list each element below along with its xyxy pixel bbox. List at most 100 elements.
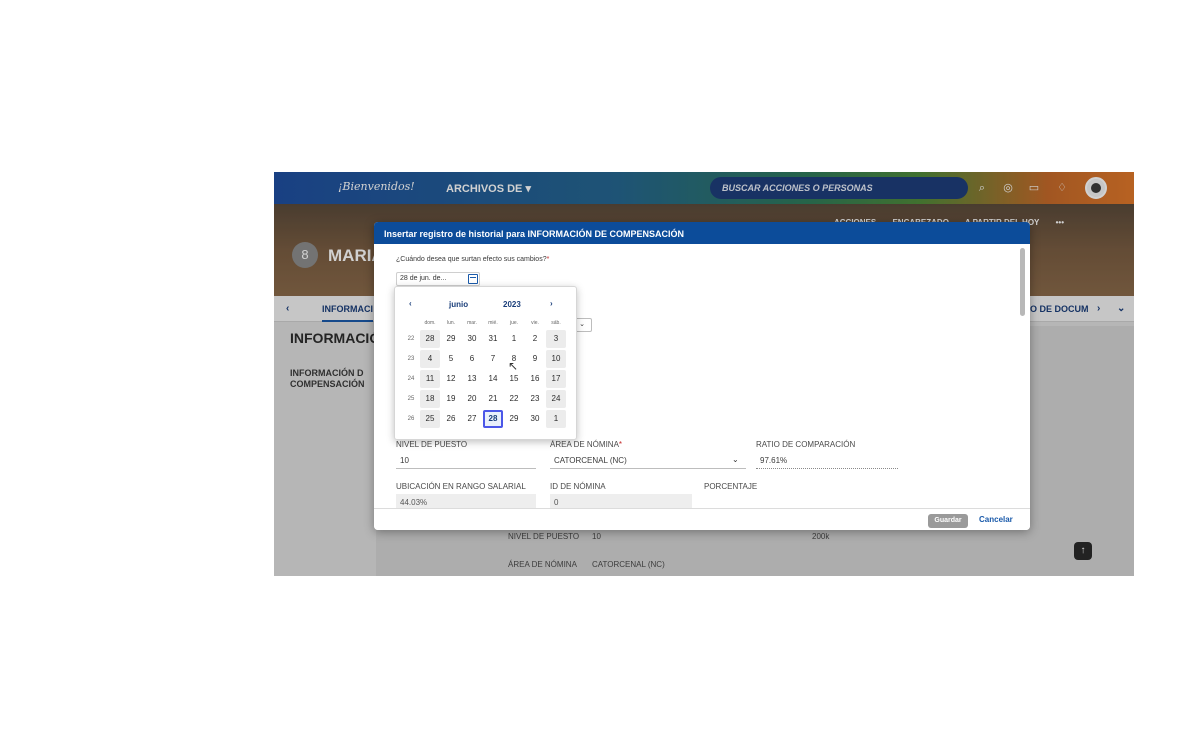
calendar-day[interactable]: 30 (462, 330, 482, 348)
save-button[interactable]: Guardar (928, 514, 968, 528)
calendar-day[interactable]: 26 (441, 410, 461, 428)
scroll-to-top-button[interactable]: ↑ (1074, 542, 1092, 560)
week-number: 23 (407, 356, 415, 362)
ubicacion-rango-label: UBICACIÓN EN RANGO SALARIAL (396, 482, 526, 491)
archivos-menu[interactable]: ARCHIVOS DE ▾ (446, 182, 531, 195)
search-input[interactable]: BUSCAR ACCIONES O PERSONAS (710, 177, 968, 199)
weekday-header: dom. lun. mar. mié. jue. vie. sáb. (403, 317, 573, 329)
dialog-scrollbar[interactable] (1020, 248, 1025, 316)
bg-field-label: ÁREA DE NÓMINA (508, 560, 577, 569)
search-icon[interactable]: ⌕ (974, 180, 990, 196)
area-nomina-text: ÁREA DE NÓMINA (550, 440, 619, 449)
calendar-day[interactable]: 5 (441, 350, 461, 368)
weekday-label: sáb. (551, 320, 561, 326)
calendar-day[interactable]: 16 (525, 370, 545, 388)
section-title: INFORMACIÓ (290, 330, 381, 346)
porcentaje-label: PORCENTAJE (704, 482, 758, 491)
calendar-day[interactable]: 1 (504, 330, 524, 348)
calendar-day[interactable]: 24 (546, 390, 566, 408)
calendar-day[interactable]: 17 (546, 370, 566, 388)
more-icon[interactable]: ••• (1056, 218, 1064, 227)
chat-icon[interactable]: ◎ (1000, 180, 1016, 196)
calendar-day[interactable]: 10 (546, 350, 566, 368)
area-nomina-select[interactable]: CATORCENAL (NC) (550, 452, 746, 469)
calendar-day-selected[interactable]: 28 (483, 410, 503, 428)
mouse-pointer-icon: ↖ (508, 359, 519, 373)
calendar-day[interactable]: 25 (420, 410, 440, 428)
person-icon: 8 (292, 242, 318, 268)
week-number: 24 (407, 376, 415, 382)
tabs-prev-icon[interactable]: ‹ (286, 303, 289, 314)
weekday-label: jue. (509, 320, 519, 326)
weekday-label: mié. (488, 320, 498, 326)
bg-field-value: 10 (592, 532, 601, 541)
cancel-button[interactable]: Cancelar (979, 515, 1013, 524)
calendar-week-row: 23 4 5 6 7 8 9 10 (403, 349, 573, 369)
calendar-week-row: 24 11 12 13 14 15 16 17 (403, 369, 573, 389)
weekday-label: lun. (446, 320, 456, 326)
ratio-comparacion-label: RATIO DE COMPARACIÓN (756, 440, 856, 449)
weekday-label: mar. (467, 320, 477, 326)
tabs-next-icon[interactable]: › (1097, 303, 1100, 314)
weekday-label: dom. (424, 320, 436, 326)
bg-field-label: NIVEL DE PUESTO (508, 532, 580, 541)
calendar-day[interactable]: 11 (420, 370, 440, 388)
top-navigation-bar: ¡Bienvenidos! ARCHIVOS DE ▾ BUSCAR ACCIO… (274, 172, 1134, 204)
nivel-puesto-label: NIVEL DE PUESTO (396, 440, 468, 449)
calendar-week-row: 22 28 29 30 31 1 2 3 (403, 329, 573, 349)
calendar-day[interactable]: 27 (462, 410, 482, 428)
tab-documentos[interactable]: O DE DOCUM (1030, 304, 1089, 314)
calendar-day[interactable]: 18 (420, 390, 440, 408)
calendar-day[interactable]: 14 (483, 370, 503, 388)
calendar-day[interactable]: 9 (525, 350, 545, 368)
year-selector[interactable]: 2023 (503, 300, 521, 309)
calendar-day[interactable]: 23 (525, 390, 545, 408)
calendar-week-row: 26 25 26 27 28 29 30 1 (403, 409, 573, 429)
calendar-day[interactable]: 7 (483, 350, 503, 368)
calendar-day[interactable]: 29 (441, 330, 461, 348)
calendar-day[interactable]: 4 (420, 350, 440, 368)
id-nomina-label: ID DE NÓMINA (550, 482, 606, 491)
nivel-puesto-field[interactable]: 10 (396, 452, 536, 469)
chevron-down-icon[interactable]: ⌄ (732, 455, 739, 464)
prev-month-icon[interactable]: ‹ (409, 299, 412, 308)
calendar-week-row: 25 18 19 20 21 22 23 24 (403, 389, 573, 409)
calendar-day[interactable]: 31 (483, 330, 503, 348)
calendar-icon[interactable] (468, 274, 478, 284)
user-avatar[interactable] (1085, 177, 1107, 199)
calendar-day[interactable]: 28 (420, 330, 440, 348)
calendar-weeks: 22 28 29 30 31 1 2 3 23 4 5 6 7 8 9 10 24 11 12 13 14 15 16 17 2… (403, 329, 573, 429)
week-number: 25 (407, 396, 415, 402)
weekday-label: vie. (531, 320, 539, 326)
calendar-day[interactable]: 22 (504, 390, 524, 408)
calendar-day[interactable]: 6 (462, 350, 482, 368)
bg-field-value: CATORCENAL (NC) (592, 560, 665, 569)
tab-informacion[interactable]: INFORMACI (322, 304, 373, 322)
calendar-day[interactable]: 30 (525, 410, 545, 428)
calendar-day[interactable]: 29 (504, 410, 524, 428)
required-mark: * (546, 256, 550, 263)
calendar-grid: dom. lun. mar. mié. jue. vie. sáb. 22 28 2… (403, 317, 573, 429)
calendar-day[interactable]: 20 (462, 390, 482, 408)
question-text: ¿Cuándo desea que surtan efecto sus camb… (396, 256, 547, 263)
required-mark: * (618, 440, 623, 449)
week-number: 26 (407, 416, 415, 422)
calendar-day[interactable]: 2 (525, 330, 545, 348)
calendar-day[interactable]: 1 (546, 410, 566, 428)
welcome-logo[interactable]: ¡Bienvenidos! (338, 180, 415, 193)
calendar-day[interactable]: 13 (462, 370, 482, 388)
chart-tick-label: 200k (812, 532, 830, 541)
month-selector[interactable]: junio (449, 300, 468, 309)
dialog-footer: Guardar Cancelar (374, 508, 1030, 530)
tabs-dropdown-icon[interactable]: ⌄ (1117, 303, 1125, 314)
effective-date-question: ¿Cuándo desea que surtan efecto sus camb… (396, 256, 549, 263)
next-month-icon[interactable]: › (550, 299, 553, 308)
dialog-title: Insertar registro de historial para INFO… (374, 222, 1030, 244)
calendar-day[interactable]: 3 (546, 330, 566, 348)
calendar-day[interactable]: 19 (441, 390, 461, 408)
apps-icon[interactable]: ▭ (1026, 180, 1042, 196)
calendar-day[interactable]: 12 (441, 370, 461, 388)
calendar-day[interactable]: 21 (483, 390, 503, 408)
week-number-header (403, 317, 419, 329)
notification-bell-icon[interactable]: ♢ (1054, 180, 1070, 196)
